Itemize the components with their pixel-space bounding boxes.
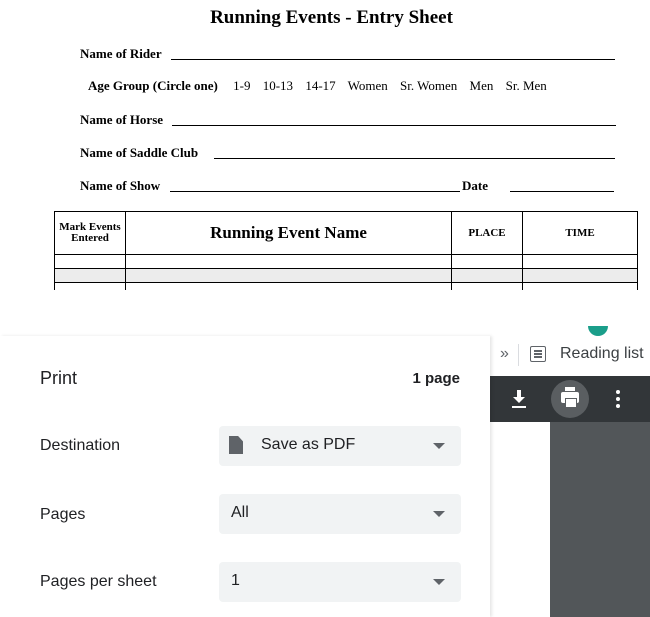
pdf-page-preview — [490, 422, 550, 617]
dropdown-arrow-icon — [433, 443, 445, 449]
print-button[interactable] — [551, 380, 589, 418]
age-group-label: Age Group (Circle one) — [88, 78, 218, 93]
rider-field-label: Name of Rider — [80, 46, 162, 61]
destination-select[interactable]: Save as PDF — [219, 426, 461, 466]
document-icon — [229, 436, 243, 454]
age-option: Women — [347, 78, 388, 93]
place-header: PLACE — [451, 211, 523, 255]
saddle-club-field-label: Name of Saddle Club — [80, 145, 199, 160]
pages-per-sheet-value: 1 — [231, 572, 240, 589]
pdf-viewer — [490, 376, 650, 617]
destination-value: Save as PDF — [261, 436, 356, 453]
entry-table: Mark Events Entered Running Event Name P… — [54, 211, 638, 297]
event-name-header: Running Event Name — [125, 211, 452, 255]
toolbar-divider — [518, 344, 519, 366]
printer-icon — [561, 387, 579, 408]
pdf-viewer-toolbar — [490, 376, 650, 422]
page-count: 1 page — [412, 370, 460, 387]
destination-label: Destination — [40, 437, 121, 454]
date-field-line — [510, 191, 614, 192]
document-title: Running Events - Entry Sheet — [210, 7, 453, 28]
profile-avatar[interactable] — [588, 326, 608, 336]
print-settings-panel: Print 1 page Destination Save as PDF Pag… — [0, 336, 490, 617]
show-field-label: Name of Show — [80, 178, 161, 193]
age-option: Sr. Men — [505, 78, 547, 93]
rider-field-line — [171, 59, 615, 60]
pages-select[interactable]: All — [219, 494, 461, 534]
more-options-icon[interactable] — [616, 390, 620, 408]
dropdown-arrow-icon — [433, 511, 445, 517]
overflow-chevron-icon[interactable]: » — [500, 345, 509, 363]
dropdown-arrow-icon — [433, 579, 445, 585]
horse-field-label: Name of Horse — [80, 112, 164, 127]
reading-list-button[interactable]: Reading list — [560, 345, 644, 363]
table-row — [54, 254, 638, 269]
pdf-viewer-background — [550, 422, 650, 617]
age-option: Men — [469, 78, 494, 93]
pages-per-sheet-select[interactable]: 1 — [219, 562, 461, 602]
pages-label: Pages — [40, 506, 86, 523]
date-field-label: Date — [462, 178, 488, 193]
age-option: 10-13 — [262, 78, 294, 93]
table-row — [54, 268, 638, 283]
age-option: 1-9 — [233, 78, 251, 93]
show-field-line — [170, 191, 460, 192]
document-preview: Running Events - Entry Sheet Name of Rid… — [0, 0, 650, 297]
print-title: Print — [40, 368, 78, 388]
age-option: 14-17 — [305, 78, 336, 93]
age-option: Sr. Women — [400, 78, 458, 93]
age-group-row: Age Group (Circle one) 1-9 10-13 14-17 W… — [88, 78, 556, 94]
horse-field-line — [172, 125, 616, 126]
pages-value: All — [231, 504, 249, 521]
print-dialog-area: » Reading list Print 1 page Destination … — [0, 296, 650, 617]
reading-list-icon[interactable] — [530, 346, 546, 362]
saddle-club-field-line — [214, 158, 615, 159]
pages-per-sheet-label: Pages per sheet — [40, 573, 157, 590]
time-header: TIME — [522, 211, 638, 255]
bookmarks-toolbar: » Reading list — [490, 336, 650, 376]
mark-events-header: Mark Events Entered — [54, 211, 126, 255]
download-icon-base — [512, 406, 526, 408]
table-header-row: Mark Events Entered Running Event Name P… — [54, 211, 638, 255]
